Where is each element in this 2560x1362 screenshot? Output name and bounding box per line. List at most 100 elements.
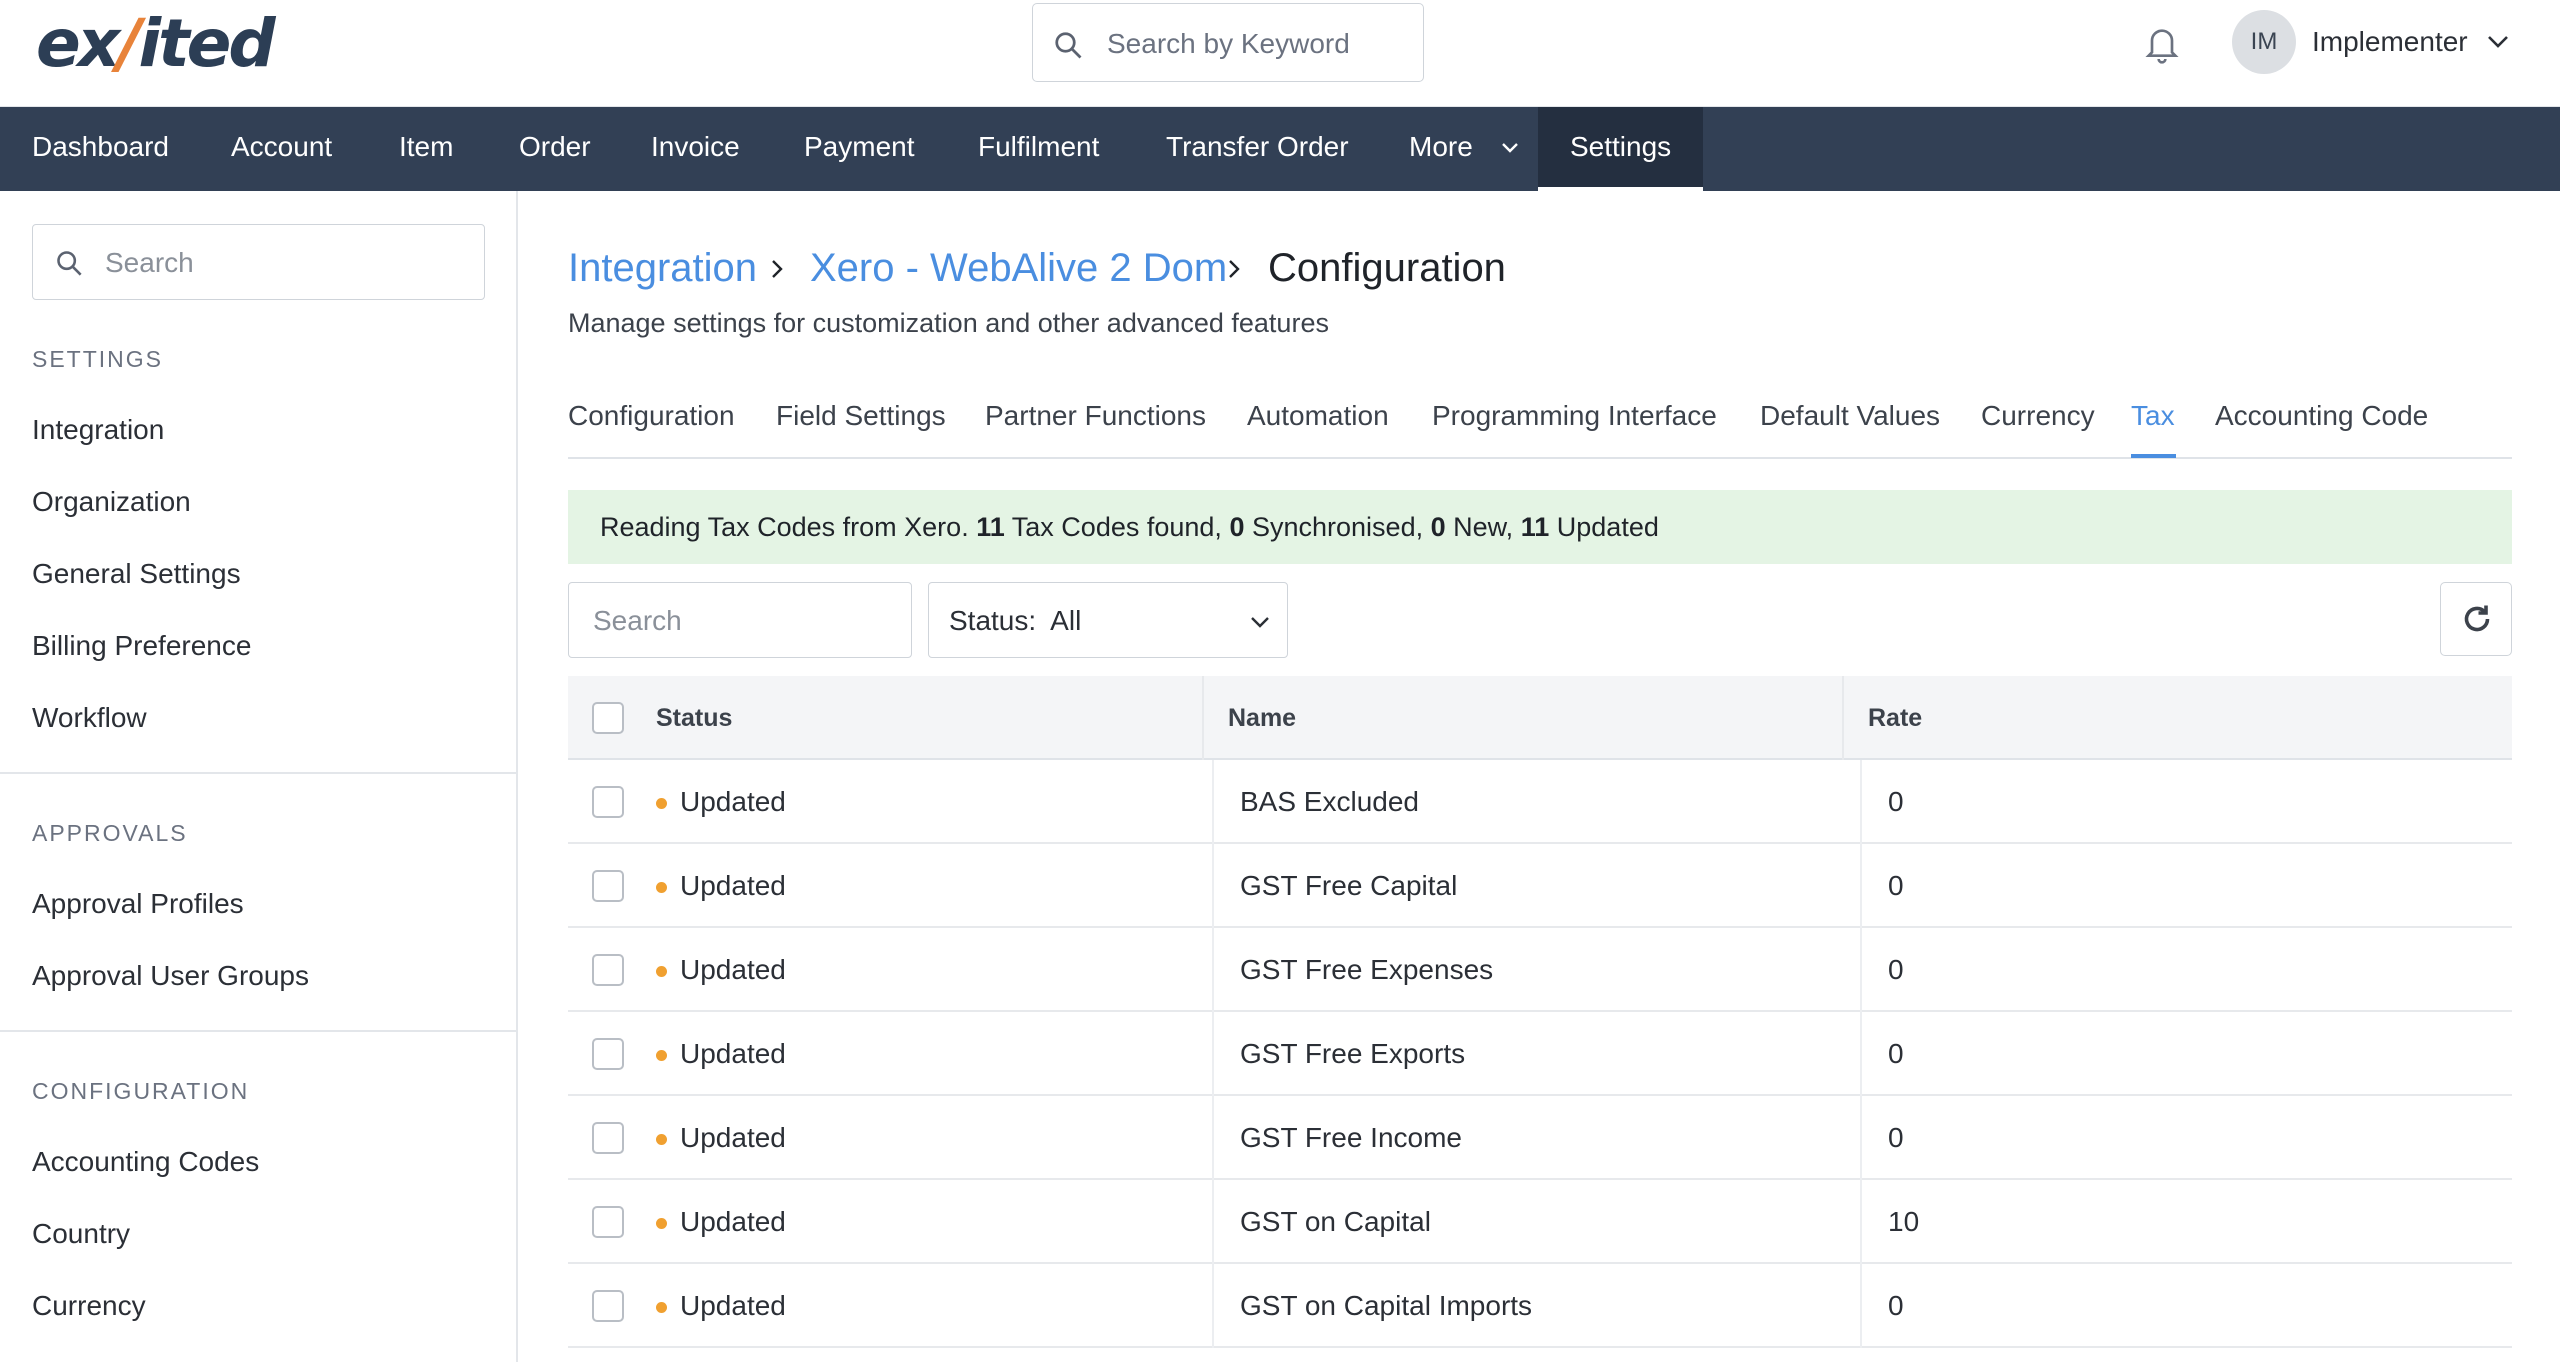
- sidebar-section-title: CONFIGURATION: [32, 1078, 250, 1104]
- row-status: Updated: [680, 1206, 786, 1237]
- row-checkbox[interactable]: [592, 1206, 624, 1238]
- column-header-rate[interactable]: Rate: [1868, 704, 1922, 733]
- row-checkbox[interactable]: [592, 954, 624, 986]
- row-checkbox[interactable]: [592, 1122, 624, 1154]
- column-divider: [1212, 844, 1214, 928]
- row-status: Updated: [680, 786, 786, 817]
- user-name[interactable]: Implementer: [2312, 26, 2468, 58]
- tab-configuration[interactable]: Configuration: [568, 400, 735, 432]
- select-all-checkbox[interactable]: [592, 702, 624, 734]
- alert-new-count: 0: [1430, 512, 1446, 542]
- tab-field-settings[interactable]: Field Settings: [776, 400, 946, 432]
- sidebar-item-workflow[interactable]: Workflow: [32, 702, 147, 734]
- sidebar-item-approval-user-groups[interactable]: Approval User Groups: [32, 960, 309, 992]
- alert-found-label: Tax Codes found,: [1011, 512, 1222, 542]
- column-divider: [1860, 1012, 1862, 1096]
- status-dot: [656, 798, 667, 809]
- nav-item-more[interactable]: More: [1409, 107, 1473, 191]
- table-row[interactable]: Updated GST Free Capital 0: [568, 844, 2512, 928]
- table-row[interactable]: Updated GST Free Exports 0: [568, 1012, 2512, 1096]
- keyword-search-input[interactable]: Search by Keyword: [1032, 3, 1424, 82]
- alert-sync-label: Synchronised,: [1251, 512, 1424, 542]
- row-checkbox[interactable]: [592, 870, 624, 902]
- chevron-down-icon[interactable]: [1500, 141, 1520, 155]
- row-checkbox[interactable]: [592, 786, 624, 818]
- sidebar-item-approval-profiles[interactable]: Approval Profiles: [32, 888, 244, 920]
- table-row[interactable]: Updated BAS Excluded 0: [568, 760, 2512, 844]
- status-dot: [656, 1218, 667, 1229]
- sync-result-alert: Reading Tax Codes from Xero. 11 Tax Code…: [568, 490, 2512, 564]
- tab-accounting-code[interactable]: Accounting Code: [2215, 400, 2428, 432]
- sidebar-item-integration[interactable]: Integration: [32, 414, 164, 446]
- column-divider: [1860, 928, 1862, 1012]
- page-subtitle: Manage settings for customization and ot…: [568, 308, 1329, 338]
- row-rate: 0: [1888, 1290, 1904, 1321]
- nav-item-fulfilment[interactable]: Fulfilment: [978, 107, 1099, 191]
- nav-item-invoice[interactable]: Invoice: [651, 107, 740, 191]
- sidebar-item-general-settings[interactable]: General Settings: [32, 558, 241, 590]
- row-checkbox[interactable]: [592, 1038, 624, 1070]
- sidebar-divider: [0, 1030, 516, 1032]
- breadcrumb-xero-integration[interactable]: Xero - WebAlive 2 Dom: [810, 244, 1227, 292]
- tabs-divider: [568, 457, 2512, 459]
- table-row[interactable]: Updated GST Free Expenses 0: [568, 928, 2512, 1012]
- tab-automation[interactable]: Automation: [1247, 400, 1389, 432]
- tab-tax[interactable]: Tax: [2131, 400, 2175, 432]
- notification-bell-icon[interactable]: [2142, 22, 2182, 66]
- table-row[interactable]: Updated GST on Capital Imports 0: [568, 1264, 2512, 1348]
- row-rate: 0: [1888, 954, 1904, 985]
- alert-found-count: 11: [976, 512, 1005, 542]
- sidebar-item-billing-preference[interactable]: Billing Preference: [32, 630, 251, 662]
- tax-search-input[interactable]: Search: [568, 582, 912, 658]
- breadcrumb-integration[interactable]: Integration: [568, 244, 757, 292]
- alert-updated-label: Updated: [1556, 512, 1659, 542]
- row-name: GST Free Exports: [1240, 1038, 1466, 1069]
- sidebar-item-country[interactable]: Country: [32, 1218, 130, 1250]
- row-name: BAS Excluded: [1240, 786, 1419, 817]
- column-header-name[interactable]: Name: [1228, 704, 1296, 733]
- tab-currency[interactable]: Currency: [1981, 400, 2095, 432]
- status-filter-value: Status: All: [949, 605, 1082, 636]
- column-divider: [1212, 1180, 1214, 1264]
- brand-logo[interactable]: ex/ited: [36, 11, 276, 77]
- status-dot: [656, 966, 667, 977]
- row-status: Updated: [680, 1038, 786, 1069]
- sidebar-search-input[interactable]: Search: [32, 224, 485, 300]
- column-header-status[interactable]: Status: [656, 704, 732, 733]
- search-icon: [1055, 32, 1082, 59]
- chevron-down-icon: [1251, 617, 1269, 628]
- sidebar-search-placeholder: Search: [105, 247, 194, 278]
- search-icon: [57, 251, 82, 276]
- refresh-button[interactable]: [2440, 582, 2512, 656]
- column-divider: [1202, 676, 1204, 760]
- row-name: GST on Capital Imports: [1240, 1290, 1533, 1321]
- nav-item-settings[interactable]: Settings: [1538, 107, 1704, 191]
- alert-new-label: New,: [1453, 512, 1514, 542]
- status-filter-select[interactable]: Status: All: [928, 582, 1288, 658]
- row-rate: 10: [1888, 1206, 1920, 1237]
- nav-item-dashboard[interactable]: Dashboard: [32, 107, 169, 191]
- sidebar-item-organization[interactable]: Organization: [32, 486, 191, 518]
- sidebar-item-currency[interactable]: Currency: [32, 1290, 146, 1322]
- chevron-right-icon: [1229, 260, 1240, 278]
- tab-partner-functions[interactable]: Partner Functions: [985, 400, 1206, 432]
- nav-item-account[interactable]: Account: [231, 107, 332, 191]
- row-checkbox[interactable]: [592, 1290, 624, 1322]
- column-divider: [1842, 676, 1844, 760]
- tab-programming-interface[interactable]: Programming Interface: [1432, 400, 1717, 432]
- app-header: ex/ited Search by Keyword IM Implementer: [0, 0, 2560, 107]
- sidebar-item-accounting-codes[interactable]: Accounting Codes: [32, 1146, 259, 1178]
- chevron-down-icon[interactable]: [2486, 34, 2510, 50]
- nav-item-payment[interactable]: Payment: [804, 107, 915, 191]
- row-name: GST Free Expenses: [1240, 954, 1494, 985]
- nav-item-item[interactable]: Item: [399, 107, 453, 191]
- row-status: Updated: [680, 954, 786, 985]
- column-divider: [1860, 1180, 1862, 1264]
- tab-default-values[interactable]: Default Values: [1760, 400, 1940, 432]
- table-row[interactable]: Updated GST Free Income 0: [568, 1096, 2512, 1180]
- row-rate: 0: [1888, 1038, 1904, 1069]
- user-avatar[interactable]: IM: [2232, 10, 2296, 74]
- table-row[interactable]: Updated GST on Capital 10: [568, 1180, 2512, 1264]
- nav-item-transfer-order[interactable]: Transfer Order: [1166, 107, 1349, 191]
- nav-item-order[interactable]: Order: [519, 107, 591, 191]
